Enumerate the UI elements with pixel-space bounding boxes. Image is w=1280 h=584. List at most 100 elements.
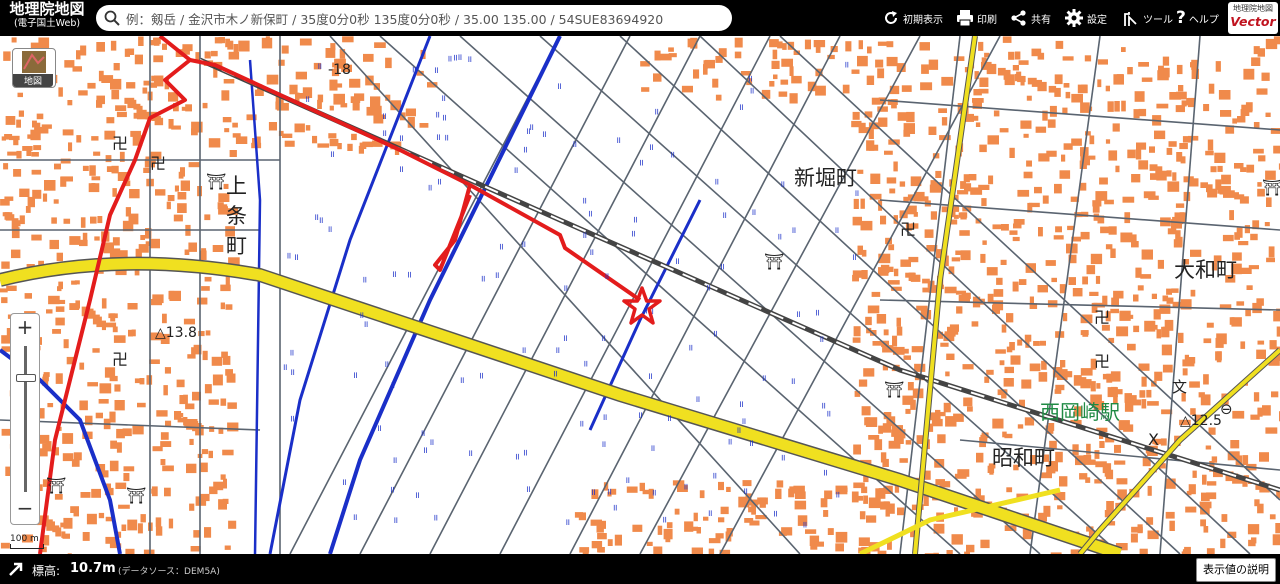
building <box>1018 60 1029 65</box>
building <box>1089 135 1095 145</box>
building <box>1147 485 1152 496</box>
building <box>1248 265 1259 270</box>
building <box>851 69 860 74</box>
building <box>905 408 911 414</box>
building <box>1080 231 1090 240</box>
building <box>860 220 873 231</box>
reset-view-button[interactable]: 初期表示 <box>882 0 943 36</box>
building <box>883 501 890 506</box>
building <box>140 514 146 523</box>
tools-button[interactable]: ツール <box>1122 0 1173 36</box>
zoom-slider-thumb[interactable] <box>16 374 36 382</box>
building <box>653 73 662 82</box>
building <box>183 394 188 404</box>
building <box>1133 294 1139 302</box>
building <box>1114 460 1126 465</box>
search-input[interactable] <box>124 8 718 30</box>
vector-brand-button[interactable]: 地理院地図 Vector <box>1228 2 1278 34</box>
building <box>771 60 780 69</box>
building <box>220 474 226 480</box>
building <box>892 335 898 347</box>
building <box>1250 233 1258 241</box>
paddy-symbol: ॥ <box>376 424 381 434</box>
building <box>668 47 674 52</box>
building <box>1017 424 1024 429</box>
search-box[interactable] <box>96 5 732 31</box>
building <box>668 53 677 58</box>
building <box>109 460 119 472</box>
building <box>33 145 42 151</box>
building <box>883 329 889 336</box>
paddy-symbol: ॥ <box>572 140 577 150</box>
building <box>1009 230 1018 235</box>
building <box>1096 383 1101 389</box>
paddy-symbol: ॥ <box>648 143 653 153</box>
building <box>139 378 145 385</box>
building <box>1102 463 1112 474</box>
settings-button[interactable]: 設定 <box>1064 0 1107 36</box>
value-explanation-button[interactable]: 表示値の説明 <box>1196 558 1276 582</box>
building <box>370 96 381 108</box>
building <box>1160 438 1167 446</box>
paddy-symbol: ॥ <box>467 55 472 65</box>
paddy-symbol: ॥ <box>522 146 527 156</box>
star-icon[interactable] <box>622 286 662 326</box>
building <box>163 385 168 396</box>
paddy-symbol: ॥ <box>630 230 635 240</box>
paddy-symbol: ॥ <box>494 271 499 281</box>
building <box>924 470 931 480</box>
building <box>654 50 661 61</box>
building <box>69 303 80 310</box>
building <box>265 36 270 46</box>
building <box>1241 104 1253 113</box>
building <box>1054 389 1062 394</box>
building <box>1178 85 1184 92</box>
building <box>1017 339 1023 346</box>
building <box>1202 474 1207 485</box>
zoom-out-button[interactable]: − <box>11 495 39 521</box>
building <box>1001 324 1007 333</box>
building <box>1127 234 1137 242</box>
building <box>1130 533 1138 543</box>
building <box>1131 526 1143 533</box>
building <box>1127 343 1136 351</box>
building <box>958 295 970 302</box>
building <box>865 417 878 427</box>
share-button[interactable]: 共有 <box>1010 0 1051 36</box>
paddy-symbol: ॥ <box>625 476 630 486</box>
building <box>350 96 361 103</box>
building <box>851 120 862 128</box>
building <box>788 488 795 498</box>
building <box>1029 296 1034 307</box>
building <box>101 320 106 331</box>
expand-arrow-icon[interactable] <box>8 561 24 577</box>
building <box>11 37 17 43</box>
zoom-in-button[interactable]: + <box>11 314 39 340</box>
building <box>878 488 885 496</box>
map-canvas[interactable]: ॥ ॥ ॥ ॥ ॥ ॥ ॥ ॥ ॥ ॥ ॥ ॥ ॥ ॥ ॥ ॥ ॥ ॥ ॥ ॥ ॥ ॥ ॥ ॥ ॥ ॥ ॥ ॥ ॥ ॥ ॥ ॥ ॥ ॥ ॥ ॥ ॥ ॥ ॥ ॥… <box>0 36 1280 554</box>
building <box>1113 290 1124 299</box>
building <box>778 91 788 97</box>
building <box>1206 322 1214 328</box>
building <box>782 43 787 50</box>
building <box>866 140 875 151</box>
building <box>91 488 101 498</box>
building <box>1026 95 1032 101</box>
building <box>1176 152 1183 162</box>
building <box>201 248 207 258</box>
paddy-symbol: ॥ <box>582 197 587 207</box>
building <box>19 215 25 225</box>
building <box>189 438 194 445</box>
zoom-slider-track[interactable] <box>24 346 27 492</box>
building <box>1112 123 1120 132</box>
building <box>92 348 100 353</box>
building <box>1090 381 1096 392</box>
building <box>53 199 59 204</box>
refresh-icon <box>885 11 897 24</box>
help-button[interactable]: ? ヘルプ <box>1176 0 1219 36</box>
paddy-symbol: ॥ <box>601 440 606 450</box>
print-button[interactable]: 印刷 <box>956 0 997 36</box>
scale-bar: 100 m <box>10 534 44 549</box>
map-layer-button[interactable]: 地図 <box>12 48 56 88</box>
app-logo[interactable]: 地理院地図 (電子国土Web) <box>4 2 90 29</box>
